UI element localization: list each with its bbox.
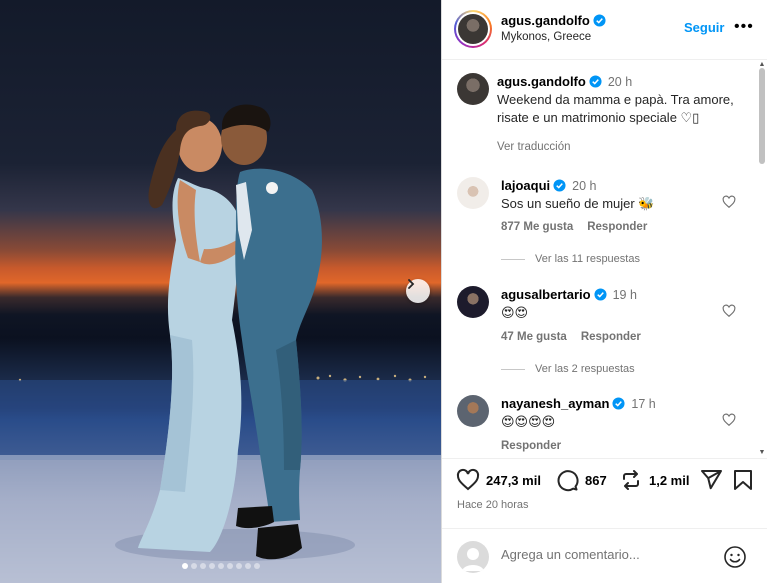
- carousel-next-button[interactable]: [406, 279, 430, 303]
- scroll-down-arrow[interactable]: ▼: [758, 449, 766, 456]
- reply-button[interactable]: Responder: [587, 221, 647, 233]
- post-caption: agus.gandolfo 20 h Weekend da mamma e pap…: [497, 73, 747, 127]
- post-photo[interactable]: [0, 0, 441, 583]
- verified-badge-icon: [589, 75, 602, 88]
- carousel-indicator: [0, 563, 441, 569]
- follow-button[interactable]: Seguir: [684, 20, 724, 35]
- verified-badge-icon: [553, 179, 566, 192]
- comment-text: 😍😍: [501, 305, 529, 320]
- smile-icon[interactable]: [723, 545, 747, 569]
- add-comment-input[interactable]: [501, 547, 721, 562]
- view-replies-button[interactable]: Ver las 11 respuestas: [501, 253, 640, 265]
- comment-avatar[interactable]: [457, 286, 489, 318]
- current-user-avatar: [457, 541, 489, 573]
- scroll-up-arrow[interactable]: ▲: [758, 61, 766, 68]
- author-avatar[interactable]: [454, 10, 492, 48]
- caption-author-avatar[interactable]: [457, 73, 489, 105]
- heart-icon[interactable]: [722, 413, 736, 427]
- comment-author[interactable]: agusalbertario: [501, 287, 591, 302]
- comment-text: 😍😍😍😍: [501, 414, 556, 429]
- like-count: 247,3 mil: [486, 472, 541, 488]
- comment-time: 20 h: [572, 179, 597, 193]
- view-replies-button[interactable]: Ver las 2 respuestas: [501, 363, 635, 375]
- bookmark-icon[interactable]: [732, 468, 754, 492]
- post-actions: 247,3 mil 867 1,2 mil Hace 20 horas: [442, 458, 767, 528]
- comment-likes[interactable]: 47 Me gusta: [501, 331, 567, 343]
- post-timestamp: Hace 20 horas: [457, 499, 529, 511]
- reply-button[interactable]: Responder: [501, 440, 561, 452]
- carousel-dot: [217, 563, 224, 569]
- heart-icon: [456, 468, 480, 491]
- carousel-dot: [235, 563, 242, 569]
- comments-scrollbar[interactable]: ▲ ▼: [758, 61, 766, 458]
- carousel-dot: [253, 563, 260, 569]
- comment-time: 19 h: [612, 288, 637, 302]
- verified-badge-icon: [593, 14, 606, 27]
- author-username[interactable]: agus.gandolfo: [501, 13, 606, 28]
- caption-text: Weekend da mamma e papà. Tra amore, risa…: [497, 92, 734, 125]
- heart-icon[interactable]: [722, 195, 736, 209]
- comment-likes[interactable]: 877 Me gusta: [501, 221, 573, 233]
- like-button[interactable]: 247,3 mil: [456, 468, 541, 492]
- comment-author[interactable]: nayanesh_ayman: [501, 396, 609, 411]
- chevron-right-icon: [408, 279, 415, 289]
- caption-author-username[interactable]: agus.gandolfo: [497, 74, 586, 89]
- share-icon[interactable]: [699, 468, 723, 492]
- carousel-dot: [226, 563, 233, 569]
- post-header: agus.gandolfo Mykonos, Greece Seguir •••: [442, 0, 767, 60]
- repost-button[interactable]: 1,2 mil: [619, 468, 689, 492]
- couple-photo-illustration: [0, 104, 441, 583]
- carousel-dot: [181, 563, 188, 569]
- heart-icon[interactable]: [722, 304, 736, 318]
- post-side-panel: agus.gandolfo Mykonos, Greece Seguir •••…: [441, 0, 767, 583]
- carousel-dot: [199, 563, 206, 569]
- comment-button[interactable]: 867: [555, 468, 607, 492]
- scrollbar-thumb[interactable]: [759, 68, 765, 164]
- add-comment-bar: [442, 528, 767, 583]
- carousel-dot: [190, 563, 197, 569]
- repost-count: 1,2 mil: [649, 472, 690, 488]
- comment-icon: [557, 470, 579, 492]
- repost-icon: [623, 470, 639, 490]
- default-avatar-icon: [462, 548, 484, 571]
- translate-link[interactable]: Ver traducción: [497, 141, 571, 153]
- post-location[interactable]: Mykonos, Greece: [501, 31, 591, 43]
- comments-list[interactable]: agus.gandolfo 20 h Weekend da mamma e pap…: [442, 61, 767, 458]
- reply-button[interactable]: Responder: [581, 331, 641, 343]
- verified-badge-icon: [612, 397, 625, 410]
- comment-time: 17 h: [631, 397, 656, 411]
- verified-badge-icon: [594, 288, 607, 301]
- comment-count: 867: [585, 472, 607, 488]
- comment-avatar[interactable]: [457, 395, 489, 427]
- comment-text: Sos un sueño de mujer 🐝: [501, 196, 655, 211]
- carousel-dot: [244, 563, 251, 569]
- caption-time: 20 h: [607, 75, 633, 89]
- comment-author[interactable]: lajoaqui: [501, 178, 550, 193]
- carousel-dot: [208, 563, 215, 569]
- more-options-button[interactable]: •••: [734, 18, 754, 36]
- comment-avatar[interactable]: [457, 177, 489, 209]
